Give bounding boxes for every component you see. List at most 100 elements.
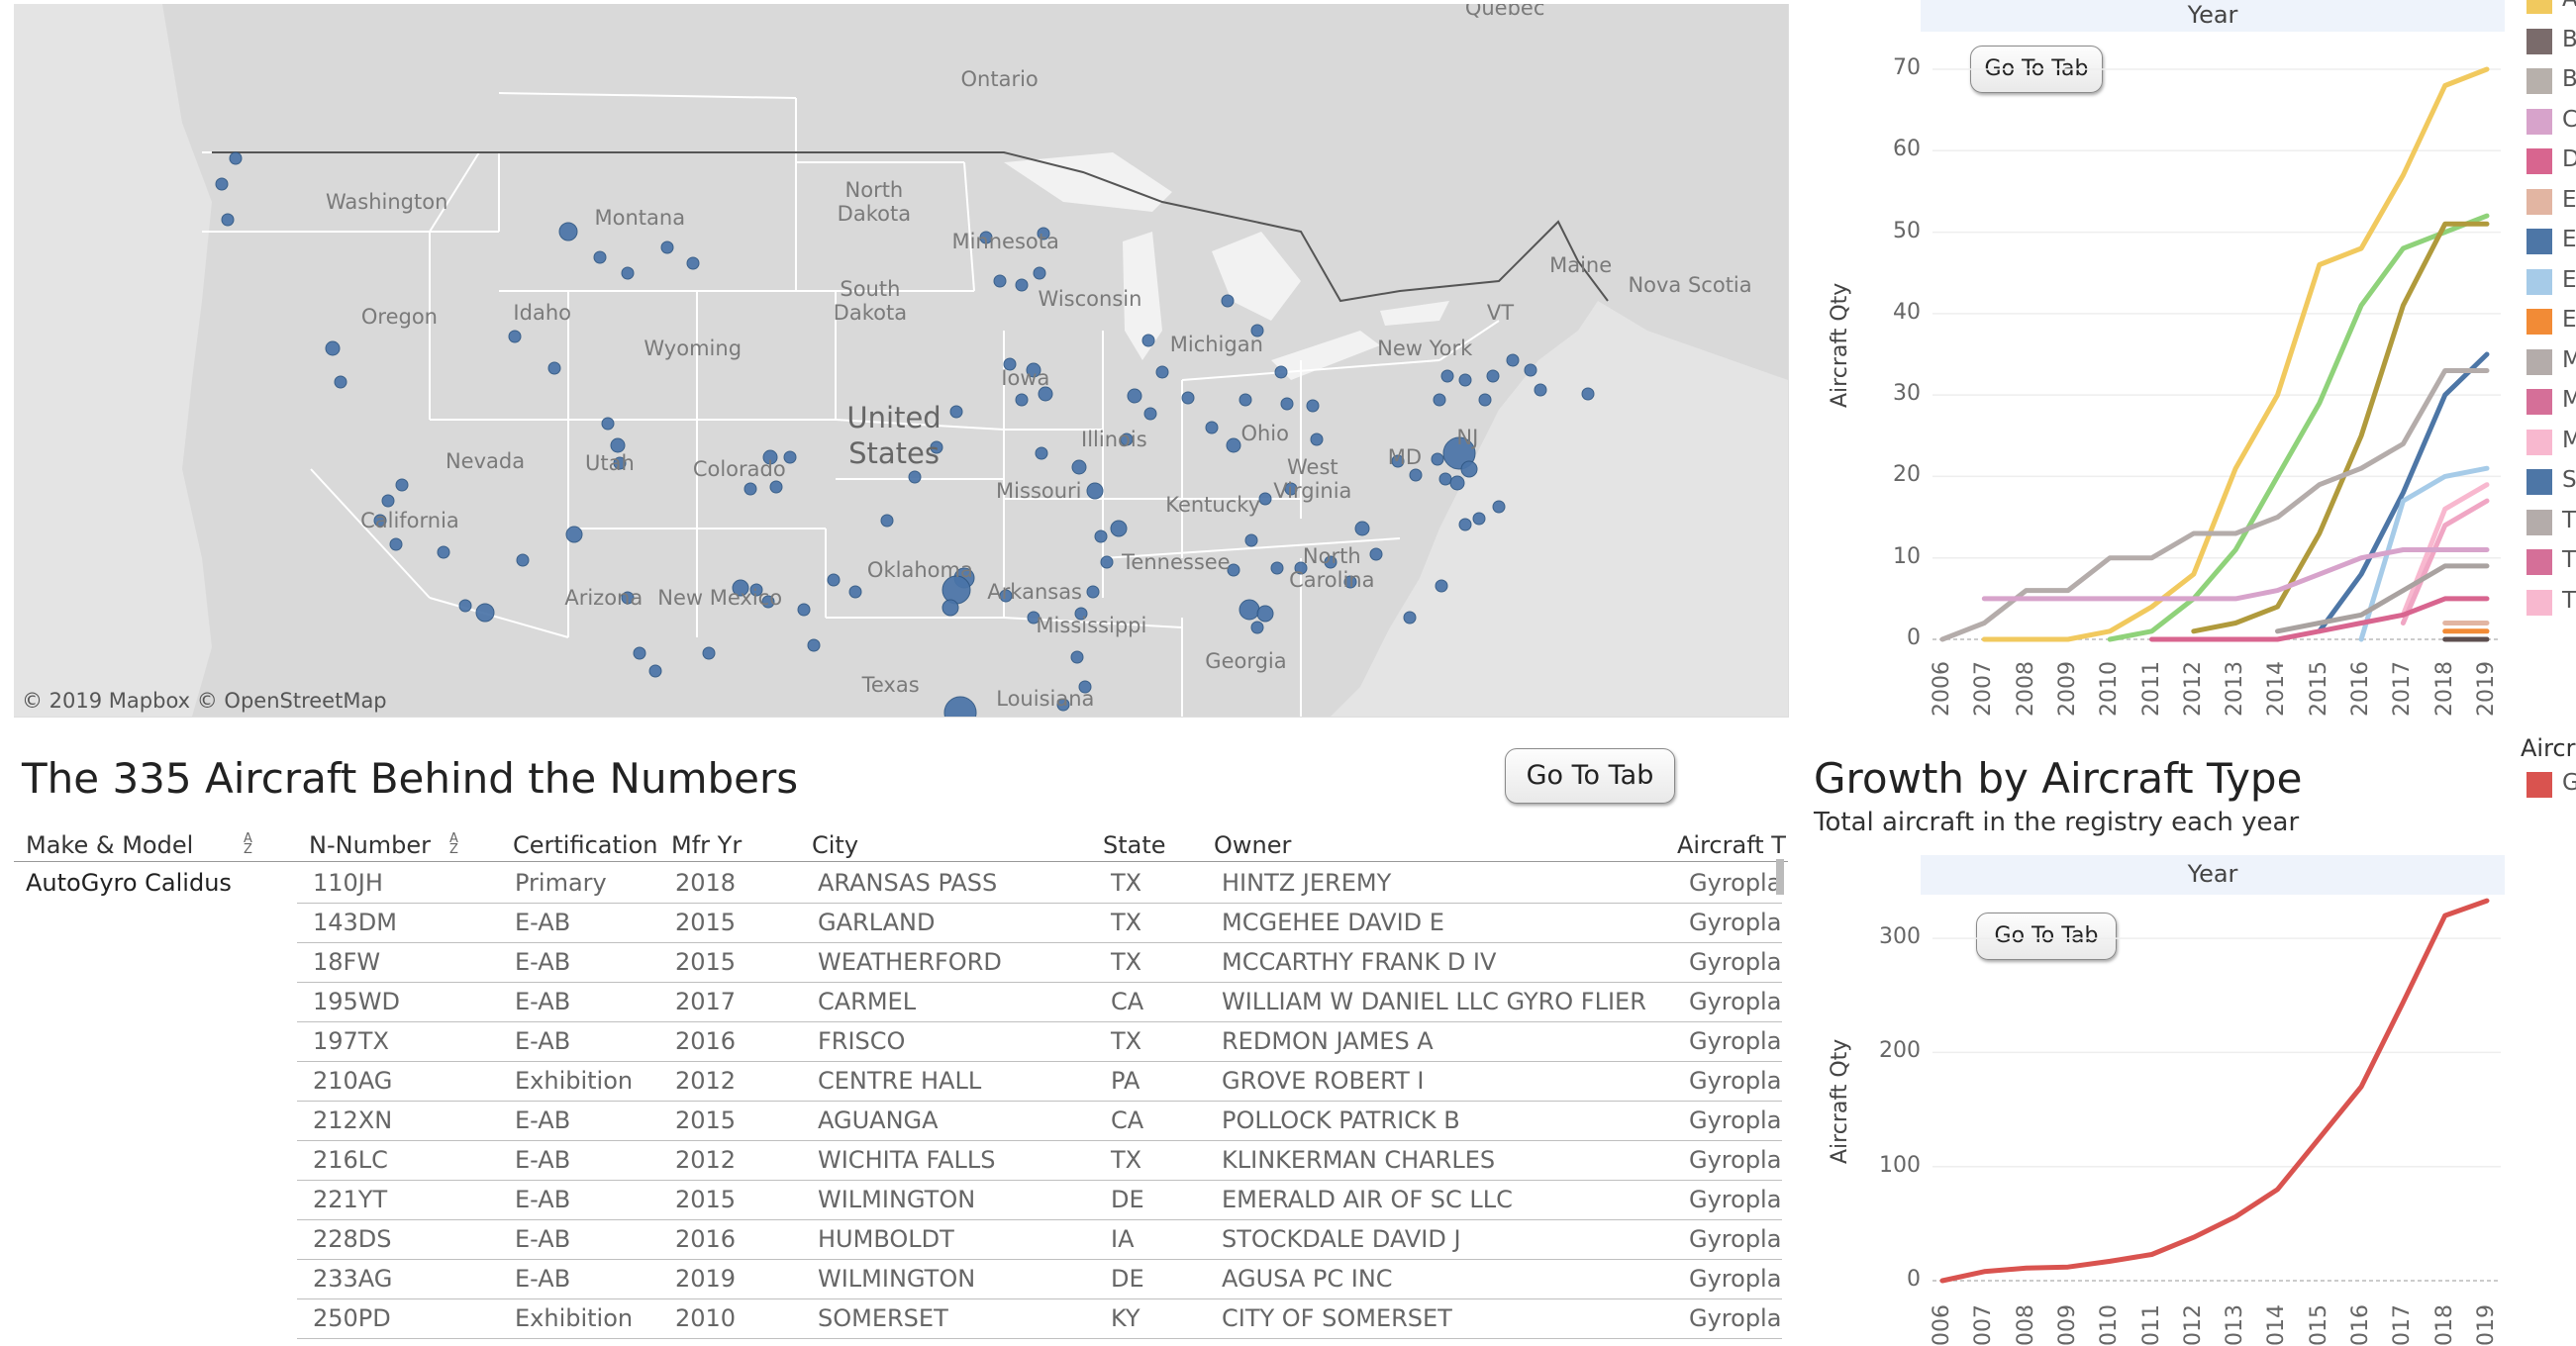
legend-label: T: [2562, 547, 2576, 573]
row-divider: [297, 1298, 1782, 1299]
x-tick-label: 2018: [2431, 661, 2457, 717]
table-cell: DE: [1111, 1186, 1144, 1213]
growth-line-chart[interactable]: Year Go To Tab Aircraft Qty 0 100 200 300 0…: [1802, 855, 2515, 1346]
legend-label: A: [2562, 0, 2576, 12]
x-tick-label: 006: [1930, 1304, 1954, 1346]
legend-label: B: [2562, 66, 2576, 92]
table-cell: Exhibition: [515, 1067, 634, 1095]
table-cell: TX: [1111, 869, 1142, 897]
row-divider: [297, 1259, 1782, 1260]
table-cell: 197TX: [313, 1027, 389, 1055]
column-header-state[interactable]: State: [1103, 831, 1166, 859]
column-header-make-model[interactable]: Make & Model: [26, 831, 193, 859]
table-cell: 2016: [675, 1027, 737, 1055]
x-tick-label: 2012: [2180, 661, 2206, 717]
legend-swatch[interactable]: [2526, 348, 2552, 375]
legend-label: M: [2562, 427, 2576, 453]
table-cell: 195WD: [313, 988, 401, 1015]
top-line-chart[interactable]: Year Go To Tab Aircraft Qty 0 10 20 30 40 50 6…: [1802, 0, 2515, 722]
table-cell: 221YT: [313, 1186, 388, 1213]
column-header-certification[interactable]: Certification: [513, 831, 657, 859]
x-tick-label: 017: [2390, 1304, 2416, 1346]
growth-chart-plot[interactable]: [1802, 855, 2515, 1342]
table-cell: CENTRE HALL: [818, 1067, 982, 1095]
column-header-aircraft-type[interactable]: Aircraft T: [1677, 831, 1786, 859]
table-cell: Gyropla: [1689, 1265, 1782, 1293]
x-tick-label: 010: [2097, 1304, 2123, 1346]
table-cell: 210AG: [313, 1067, 393, 1095]
table-cell: Gyropla: [1689, 1067, 1782, 1095]
table-cell: WILLIAM W DANIEL LLC GYRO FLIER: [1222, 988, 1646, 1015]
x-tick-label: 016: [2348, 1304, 2374, 1346]
column-header-city[interactable]: City: [812, 831, 858, 859]
table-cell: 2016: [675, 1225, 737, 1253]
legend-swatch[interactable]: [2526, 429, 2552, 455]
type-legend[interactable]: ABBCDEEEEMMMSTTT: [2525, 0, 2576, 624]
column-header-owner[interactable]: Owner: [1214, 831, 1291, 859]
x-tick-label: 2015: [2306, 661, 2331, 717]
table-scrollbar[interactable]: [1776, 859, 1784, 895]
header-divider: [14, 861, 1788, 862]
table-cell: CA: [1111, 988, 1144, 1015]
column-header-mfr-yr[interactable]: Mfr Yr: [671, 831, 742, 859]
legend-label: D: [2562, 146, 2576, 172]
legend-swatch[interactable]: [2526, 28, 2552, 54]
x-tick-label: 2007: [1971, 661, 1997, 717]
series-line[interactable]: [2191, 221, 2490, 634]
table-cell: 2019: [675, 1265, 737, 1293]
legend-swatch[interactable]: [2526, 549, 2552, 575]
column-header-n-number[interactable]: N-Number: [309, 831, 431, 859]
legend-swatch[interactable]: [2526, 268, 2552, 295]
x-tick-label: 2010: [2097, 661, 2123, 717]
sort-az-icon[interactable]: AZ: [449, 832, 458, 856]
legend-label: E: [2562, 227, 2576, 252]
table-cell: Primary: [515, 869, 607, 897]
table-cell: 2015: [675, 1106, 737, 1134]
table-cell: E-AB: [515, 1146, 571, 1174]
x-tick-label: 2014: [2264, 661, 2290, 717]
table-cell: E-AB: [515, 948, 571, 976]
sort-az-icon[interactable]: AZ: [244, 832, 252, 856]
legend-swatch[interactable]: [2526, 309, 2552, 335]
legend-swatch[interactable]: [2526, 108, 2552, 135]
series-line[interactable]: [1981, 66, 2490, 642]
table-cell: CA: [1111, 1106, 1144, 1134]
legend-swatch[interactable]: [2526, 68, 2552, 94]
row-divider: [297, 903, 1782, 904]
legend-label: E: [2562, 307, 2576, 333]
table-cell: Gyropla: [1689, 909, 1782, 936]
legend-swatch[interactable]: [2526, 469, 2552, 495]
top-chart-plot[interactable]: [1802, 0, 2515, 722]
table-cell: Gyropla: [1689, 988, 1782, 1015]
table-cell: 143DM: [313, 909, 397, 936]
legend-swatch[interactable]: [2526, 589, 2552, 616]
table-cell: TX: [1111, 1146, 1142, 1174]
legend-swatch[interactable]: [2526, 509, 2552, 535]
aircraft-table: Make & Model AZ N-Number AZ Certificatio…: [0, 0, 1788, 1342]
legend-swatch[interactable]: [2526, 389, 2552, 415]
x-tick-label: 014: [2264, 1304, 2290, 1346]
table-cell: DE: [1111, 1265, 1144, 1293]
legend-swatch[interactable]: [2526, 772, 2552, 798]
table-cell: WILMINGTON: [818, 1265, 976, 1293]
series-line[interactable]: [2400, 498, 2490, 625]
table-cell: TX: [1111, 1027, 1142, 1055]
table-cell: HUMBOLDT: [818, 1225, 954, 1253]
legend-swatch[interactable]: [2526, 0, 2552, 14]
row-divider: [297, 1021, 1782, 1022]
table-cell: REDMON JAMES A: [1222, 1027, 1434, 1055]
table-cell: TX: [1111, 948, 1142, 976]
legend-swatch[interactable]: [2526, 148, 2552, 174]
x-tick-label: 015: [2306, 1304, 2331, 1346]
series-line[interactable]: [2149, 596, 2490, 642]
table-cell: 2012: [675, 1067, 737, 1095]
series-line[interactable]: [1939, 898, 2490, 1284]
x-tick-label: 2013: [2223, 661, 2248, 717]
table-cell: 233AG: [313, 1265, 393, 1293]
legend-swatch[interactable]: [2526, 229, 2552, 254]
table-cell: Exhibition: [515, 1304, 634, 1332]
table-cell: KLINKERMAN CHARLES: [1222, 1146, 1496, 1174]
row-divider: [297, 982, 1782, 983]
x-tick-label: 2009: [2054, 661, 2080, 717]
legend-swatch[interactable]: [2526, 188, 2552, 215]
